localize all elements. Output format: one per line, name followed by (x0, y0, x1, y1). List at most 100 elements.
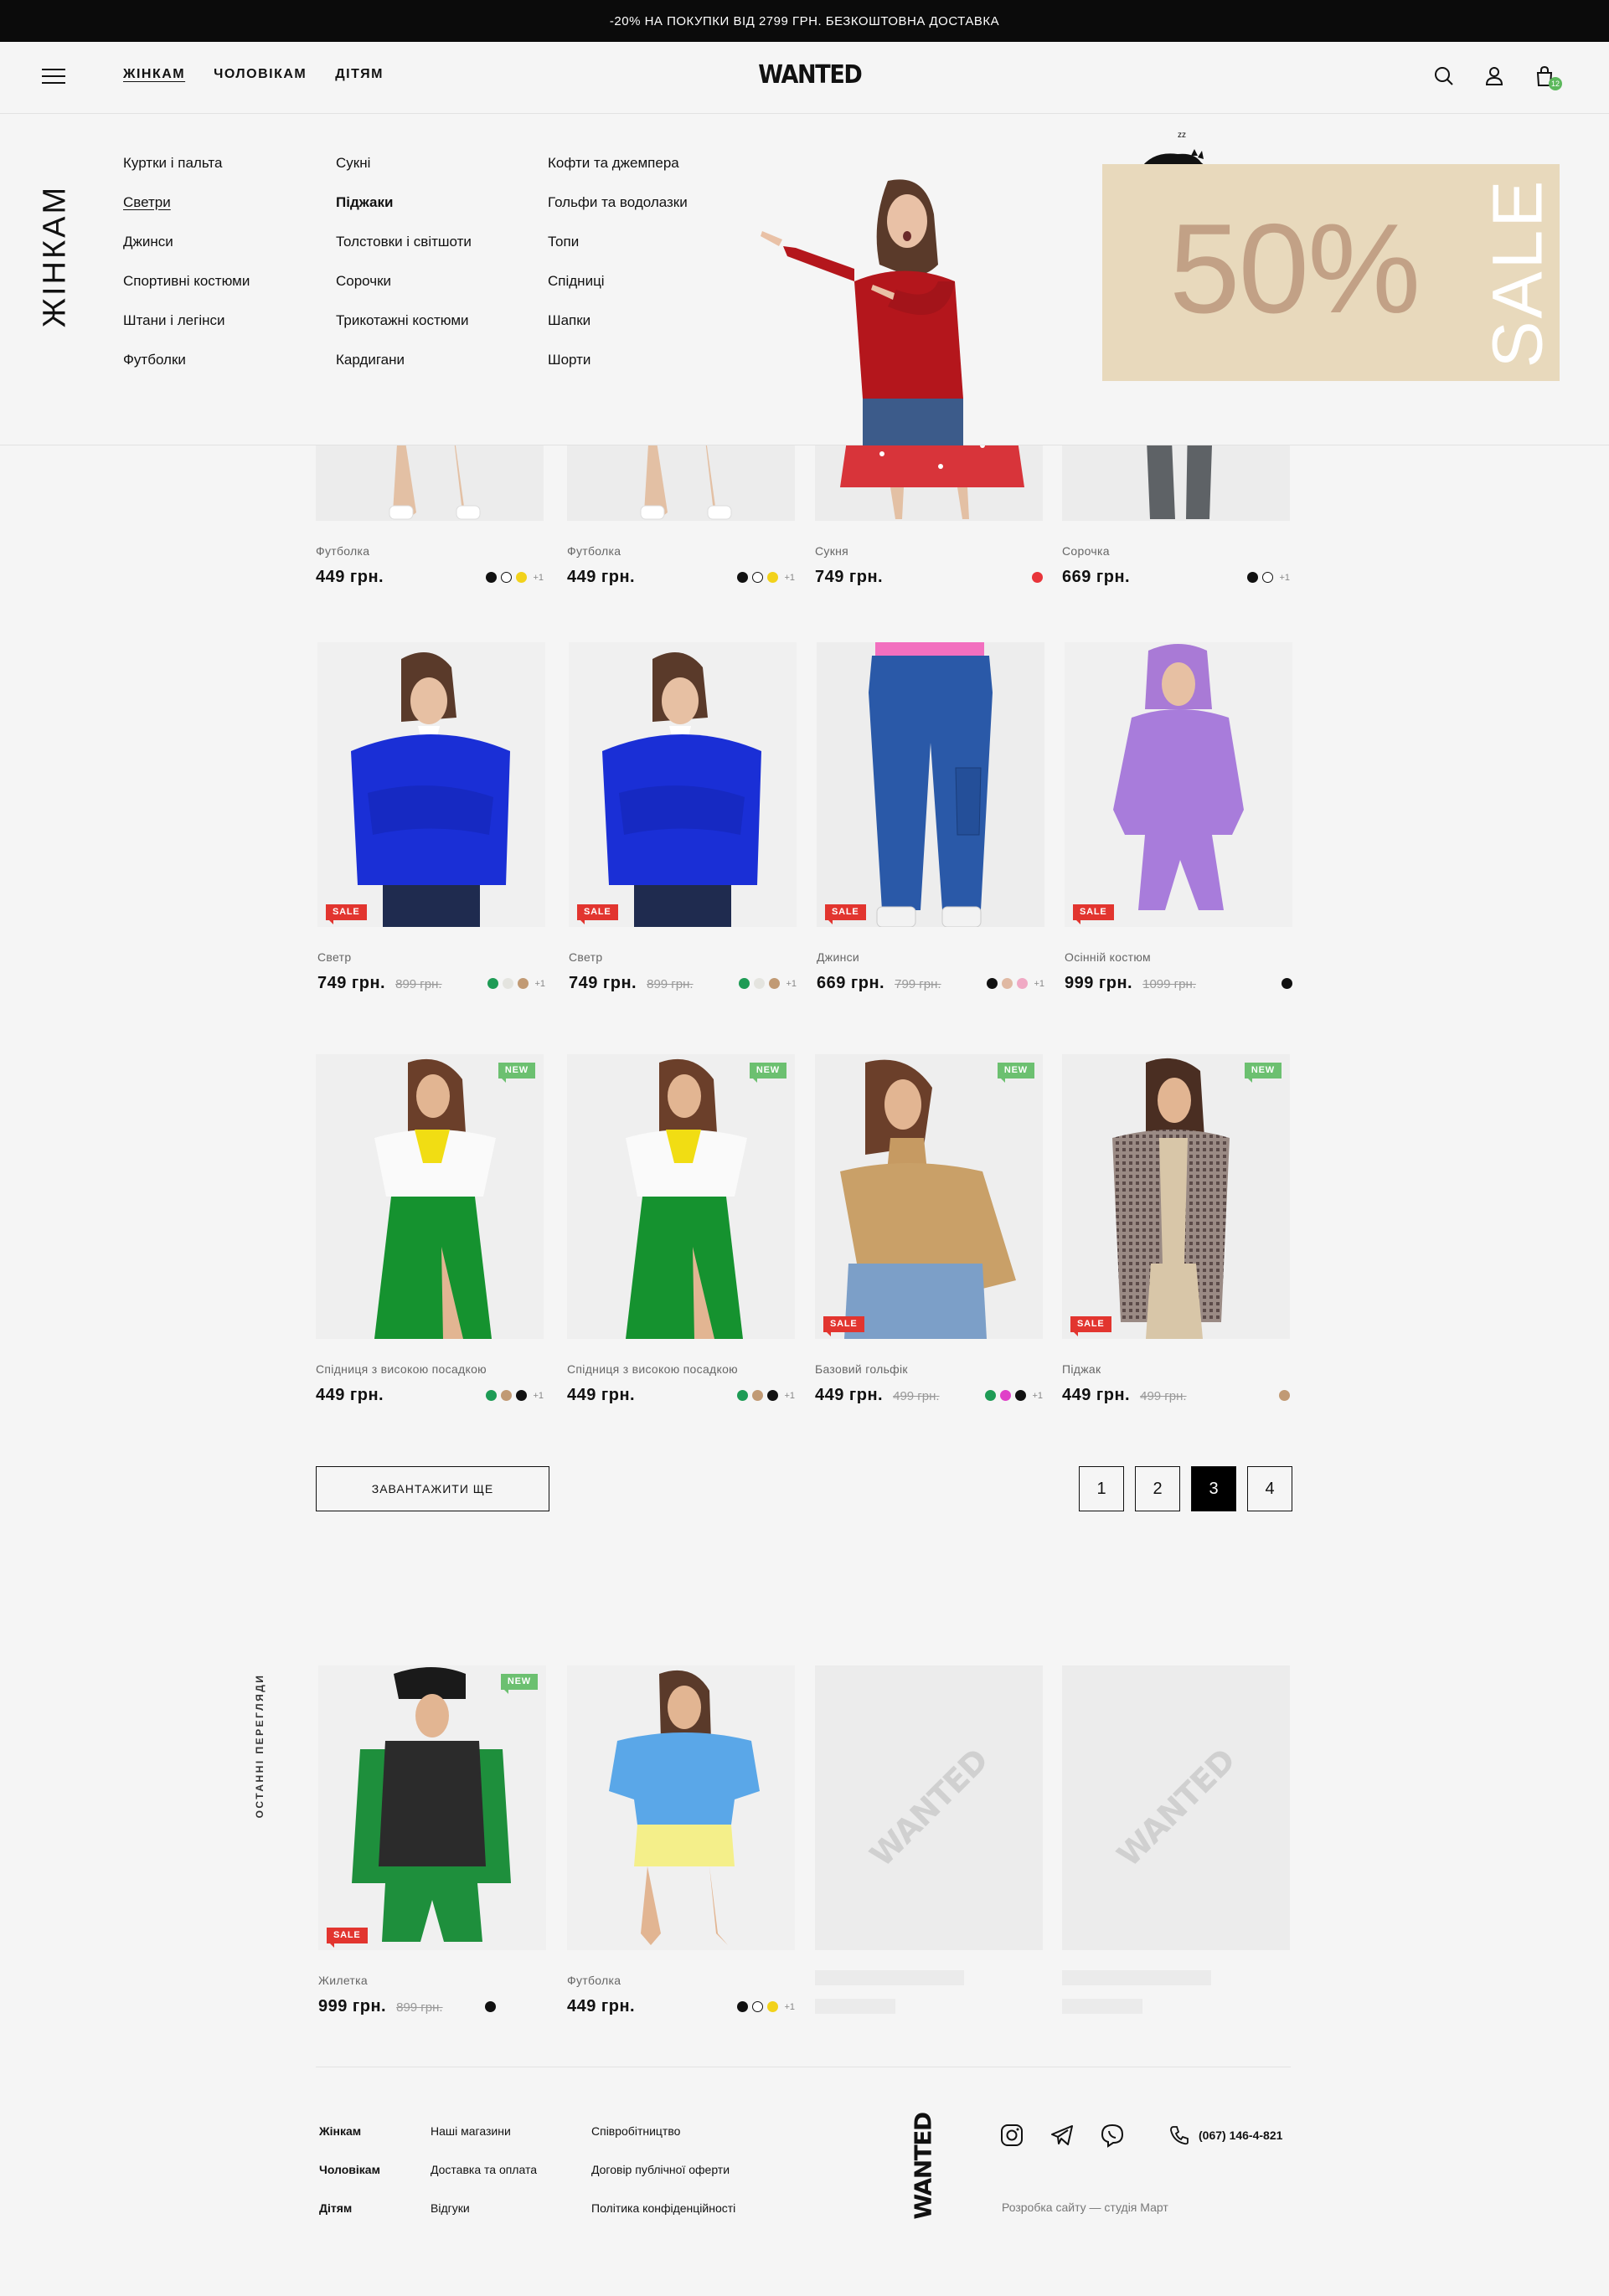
product-image[interactable]: SALE (1065, 642, 1292, 927)
product-image[interactable]: SALE (569, 642, 797, 927)
product-card[interactable]: SALE Светр 749 грн. 899 грн. +1 (569, 642, 797, 993)
menu-link-jackets[interactable]: Куртки і пальта (123, 154, 250, 172)
swatch-yellow[interactable] (516, 572, 528, 583)
menu-link-cardigans[interactable]: Кардигани (336, 351, 472, 368)
footer-logo[interactable]: WANTED (905, 2113, 941, 2219)
footer-link-offer[interactable]: Договір публічної оферти (591, 2161, 735, 2178)
swatch-black[interactable] (737, 2001, 749, 2012)
menu-link-hats[interactable]: Шапки (548, 311, 688, 329)
swatch-more[interactable]: +1 (1279, 573, 1290, 583)
footer-link-cooperation[interactable]: Співробітництво (591, 2123, 735, 2139)
swatch-green[interactable] (739, 978, 750, 989)
product-image[interactable]: NEW (567, 1054, 795, 1339)
menu-link-turtlenecks[interactable]: Гольфи та водолазки (548, 193, 688, 211)
swatch-black[interactable] (1247, 572, 1259, 583)
menu-link-shorts[interactable]: Шорти (548, 351, 688, 368)
menu-link-hoodies[interactable]: Толстовки і світшоти (336, 233, 472, 250)
product-card[interactable]: SALE Джинси 669 грн. 799 грн. +1 (817, 642, 1044, 993)
swatch-beige[interactable] (752, 1390, 764, 1401)
swatch-green[interactable] (737, 1390, 749, 1401)
product-card[interactable]: NEW SALE Базовий гольфік 449 грн. 499 грн… (815, 1054, 1043, 1405)
nav-men[interactable]: ЧОЛОВІКАМ (214, 67, 307, 82)
menu-link-pants[interactable]: Штани і легінси (123, 311, 250, 329)
product-card[interactable]: NEW SALE Піджак 449 грн. 499 грн. (1062, 1054, 1290, 1405)
nav-kids[interactable]: ДІТЯМ (335, 67, 384, 82)
product-card[interactable]: NEW Спідниця з високою посадкою 449 грн.… (316, 1054, 544, 1405)
footer-link-delivery[interactable]: Доставка та оплата (431, 2161, 537, 2178)
swatch-more[interactable]: +1 (533, 573, 544, 583)
menu-link-jeans[interactable]: Джинси (123, 233, 250, 250)
product-image[interactable]: NEW SALE (1062, 1054, 1290, 1339)
swatch-red[interactable] (1032, 572, 1043, 583)
menu-link-jumpers[interactable]: Кофти та джемпера (548, 154, 688, 172)
swatch-more[interactable]: +1 (784, 573, 795, 583)
swatch-green[interactable] (985, 1390, 997, 1401)
swatch-white[interactable] (754, 978, 766, 989)
swatch-beige[interactable] (1279, 1390, 1290, 1401)
swatch-nude[interactable] (1002, 978, 1013, 989)
telegram-icon[interactable] (1049, 2123, 1075, 2148)
swatch-black[interactable] (1015, 1390, 1027, 1401)
swatch-black[interactable] (486, 572, 498, 583)
page-4-button[interactable]: 4 (1247, 1466, 1292, 1511)
footer-link-privacy[interactable]: Політика конфіденційності (591, 2200, 735, 2216)
menu-link-tops[interactable]: Топи (548, 233, 688, 250)
product-image[interactable]: NEW (316, 1054, 544, 1339)
footer-link-kids[interactable]: Дітям (319, 2200, 380, 2216)
product-image[interactable]: NEW SALE (318, 1665, 546, 1950)
swatch-black[interactable] (737, 572, 749, 583)
user-icon[interactable] (1482, 64, 1507, 89)
footer-link-reviews[interactable]: Відгуки (431, 2200, 537, 2216)
swatch-white[interactable] (752, 572, 764, 583)
swatch-more[interactable]: +1 (1034, 979, 1044, 989)
swatch-magenta[interactable] (1000, 1390, 1012, 1401)
product-image[interactable]: NEW SALE (815, 1054, 1043, 1339)
swatch-black[interactable] (1282, 978, 1292, 989)
product-image[interactable] (567, 1665, 795, 1950)
swatch-more[interactable]: +1 (1032, 1391, 1043, 1401)
swatch-green[interactable] (486, 1390, 498, 1401)
swatch-more[interactable]: +1 (534, 979, 545, 989)
site-logo[interactable]: WANTED (758, 60, 863, 90)
page-2-button[interactable]: 2 (1135, 1466, 1180, 1511)
menu-link-knit-suits[interactable]: Трикотажні костюми (336, 311, 472, 329)
swatch-yellow[interactable] (767, 572, 779, 583)
swatch-pink[interactable] (1017, 978, 1029, 989)
sale-banner[interactable]: 50% SALE (1102, 164, 1560, 381)
footer-link-men[interactable]: Чоловікам (319, 2161, 380, 2178)
load-more-button[interactable]: ЗАВАНТАЖИТИ ЩЕ (316, 1466, 549, 1511)
swatch-more[interactable]: +1 (784, 1391, 795, 1401)
swatch-more[interactable]: +1 (786, 979, 797, 989)
swatch-more[interactable]: +1 (784, 2002, 795, 2012)
search-icon[interactable] (1431, 64, 1457, 89)
swatch-white[interactable] (752, 2001, 764, 2012)
footer-link-women[interactable]: Жінкам (319, 2123, 380, 2139)
swatch-black[interactable] (485, 2001, 496, 2012)
product-image[interactable]: SALE (317, 642, 545, 927)
product-card[interactable]: SALE Осінній костюм 999 грн. 1099 грн. (1065, 642, 1292, 993)
menu-link-blazers[interactable]: Піджаки (336, 193, 472, 211)
recent-product-card[interactable]: Футболка 449 грн. +1 (567, 1665, 795, 2016)
swatch-beige[interactable] (501, 1390, 513, 1401)
page-1-button[interactable]: 1 (1079, 1466, 1124, 1511)
menu-icon[interactable] (42, 67, 65, 85)
viber-icon[interactable] (1100, 2123, 1125, 2148)
menu-link-shirts[interactable]: Сорочки (336, 272, 472, 290)
swatch-more[interactable]: +1 (533, 1391, 544, 1401)
swatch-beige[interactable] (518, 978, 529, 989)
product-card[interactable]: NEW Спідниця з високою посадкою 449 грн.… (567, 1054, 795, 1405)
page-3-button[interactable]: 3 (1191, 1466, 1236, 1511)
menu-link-sweaters[interactable]: Светри (123, 193, 250, 211)
swatch-green[interactable] (487, 978, 499, 989)
phone-link[interactable]: (067) 146-4-821 (1168, 2124, 1282, 2146)
cart-icon[interactable]: 12 (1532, 64, 1562, 90)
swatch-black[interactable] (987, 978, 998, 989)
swatch-white[interactable] (1262, 572, 1274, 583)
recent-product-card[interactable]: NEW SALE Жилетка 999 грн. 899 грн. (318, 1665, 546, 2016)
menu-link-tracksuits[interactable]: Спортивні костюми (123, 272, 250, 290)
developer-credit[interactable]: Розробка сайту — студія Март (1002, 2201, 1168, 2214)
swatch-white[interactable] (501, 572, 513, 583)
swatch-black[interactable] (767, 1390, 779, 1401)
swatch-white[interactable] (503, 978, 514, 989)
swatch-black[interactable] (516, 1390, 528, 1401)
